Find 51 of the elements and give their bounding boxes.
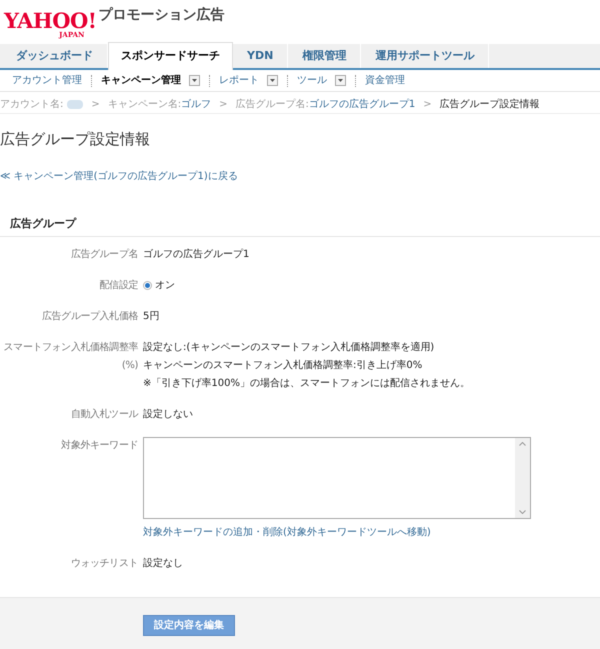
- subnav-link[interactable]: キャンペーン管理: [101, 73, 181, 88]
- keyword-tool-link[interactable]: 対象外キーワードの追加・削除(対象外キーワードツールへ移動): [143, 525, 431, 540]
- breadcrumb-label: 広告グループ名:: [236, 98, 309, 112]
- field-label: 自動入札ツール: [70, 408, 138, 422]
- field-value: ※「引き下げ率100%」の場合は、スマートフォンには配信されません。: [143, 376, 470, 391]
- dropdown-button[interactable]: [335, 75, 346, 86]
- dropdown-button[interactable]: [189, 75, 200, 86]
- field-label: (%): [122, 359, 138, 373]
- field-value: 設定なし: [143, 556, 183, 571]
- field-value: 5円: [143, 310, 160, 324]
- breadcrumb-separator: >: [219, 98, 228, 112]
- scrollbar[interactable]: [515, 438, 530, 518]
- breadcrumb-label: キャンペーン名:: [108, 98, 182, 112]
- dropdown-button[interactable]: [267, 75, 278, 86]
- field-label: ウォッチリスト: [70, 557, 138, 571]
- logo-text: YAHOO!: [4, 10, 96, 31]
- nav-tab[interactable]: 権限管理: [288, 44, 362, 68]
- section-title: 広告グループ: [10, 216, 76, 230]
- back-link[interactable]: ≪ キャンペーン管理(ゴルフの広告グループ1)に戻る: [0, 168, 238, 184]
- field-label: スマートフォン入札価格調整率: [4, 340, 138, 355]
- subnav-link[interactable]: ツール: [297, 73, 327, 88]
- nav-tab[interactable]: スポンサードサーチ: [108, 42, 233, 70]
- subnav-link[interactable]: レポート: [219, 73, 259, 88]
- breadcrumb-link[interactable]: ゴルフ: [181, 97, 212, 112]
- subnav-link[interactable]: 資金管理: [365, 73, 405, 88]
- caret-icon: [192, 79, 197, 82]
- nav-tab[interactable]: YDN: [233, 44, 288, 68]
- caret-icon: [270, 79, 275, 82]
- field-value: キャンペーンのスマートフォン入札価格調整率:引き上げ率0%: [143, 358, 424, 373]
- field-value: 設定しない: [143, 408, 193, 422]
- breadcrumb-label: アカウント名:: [0, 98, 64, 112]
- page-title: 広告グループ設定情報: [0, 129, 151, 150]
- breadcrumb-label: 広告グループ設定情報: [440, 98, 540, 112]
- product-title: プロモーション広告: [98, 6, 224, 25]
- field-label: 配信設定: [100, 278, 138, 293]
- scroll-up-icon[interactable]: [519, 442, 526, 446]
- keyword-textarea[interactable]: [143, 437, 531, 519]
- breadcrumb-separator: >: [423, 98, 432, 112]
- field-label: 対象外キーワード: [61, 438, 138, 453]
- breadcrumb-link[interactable]: ゴルフの広告グループ1: [308, 97, 416, 112]
- field-label: 広告グループ入札価格: [42, 310, 138, 324]
- radio-button[interactable]: [143, 281, 152, 290]
- field-label: 広告グループ名: [70, 248, 138, 262]
- radio-label: オン: [155, 279, 175, 293]
- subnav-link[interactable]: アカウント管理: [12, 73, 82, 88]
- field-value: ゴルフの広告グループ1: [143, 248, 250, 262]
- caret-icon: [338, 79, 343, 82]
- field-value: 設定なし:(キャンペーンのスマートフォン入札価格調整率を適用): [143, 340, 436, 355]
- nav-tab[interactable]: 運用サポートツール: [361, 44, 490, 68]
- breadcrumb-separator: >: [91, 98, 100, 112]
- scroll-down-icon[interactable]: [519, 510, 526, 514]
